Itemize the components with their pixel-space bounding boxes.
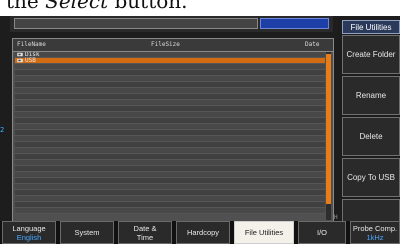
- caption-text: the Select button.: [6, 0, 188, 13]
- rename-button[interactable]: Rename: [342, 76, 400, 115]
- marker-right-lower: H: [334, 214, 338, 221]
- bottom-menu: Language English System Date & Time Hard…: [0, 221, 400, 244]
- date-time-label: Date & Time: [133, 223, 157, 242]
- hardcopy-label: Hardcopy: [186, 228, 220, 237]
- side-menu-title: File Utilities: [342, 20, 400, 34]
- file-utilities-tab[interactable]: File Utilities: [234, 221, 294, 244]
- file-list[interactable]: Disk USB: [15, 52, 325, 220]
- probe-comp-value: 1kHz: [366, 232, 384, 242]
- caption-emphasis: Select: [45, 0, 109, 13]
- system-button[interactable]: System: [60, 221, 114, 244]
- filesize-column-header: FileSize: [151, 41, 180, 48]
- hardcopy-button[interactable]: Hardcopy: [176, 221, 230, 244]
- probe-comp-button[interactable]: Probe Comp. 1kHz: [350, 221, 400, 244]
- file-list-scrollbar[interactable]: [326, 52, 331, 220]
- io-button[interactable]: I/O: [298, 221, 346, 244]
- disk-icon: [17, 52, 23, 57]
- language-button[interactable]: Language English: [2, 221, 56, 244]
- delete-button[interactable]: Delete: [342, 117, 400, 156]
- language-value: English: [16, 232, 42, 242]
- language-label: Language: [12, 223, 46, 233]
- usb-icon: [17, 58, 23, 63]
- file-list-header: FileName FileSize Date: [13, 39, 333, 52]
- date-column-header: Date: [305, 41, 320, 48]
- filename-column-header: FileName: [17, 41, 46, 48]
- side-menu: File Utilities Create Folder Rename Dele…: [342, 20, 400, 238]
- caption-prefix: the: [6, 0, 46, 13]
- create-folder-button[interactable]: Create Folder: [342, 35, 400, 74]
- io-label: I/O: [316, 228, 327, 237]
- file-list-item-name: USB: [25, 57, 36, 64]
- copy-to-usb-button[interactable]: Copy To USB: [342, 158, 400, 197]
- status-bar: [10, 16, 333, 32]
- document-caption: the Select button.: [0, 0, 400, 16]
- empty-list-row: [15, 208, 325, 214]
- caption-suffix: button.: [108, 0, 188, 13]
- system-label: System: [74, 228, 100, 237]
- probe-comp-label: Probe Comp.: [352, 223, 398, 233]
- scrollbar-thumb[interactable]: [326, 54, 331, 204]
- status-indicator: [260, 18, 329, 29]
- channel-marker-left: 2: [0, 126, 5, 134]
- oscilloscope-screen: FileName FileSize Date DiskUSB 2 8 H Fil…: [0, 8, 400, 244]
- file-utilities-label: File Utilities: [244, 228, 284, 237]
- file-browser-panel: FileName FileSize Date Disk USB: [12, 38, 334, 223]
- date-time-button[interactable]: Date & Time: [118, 221, 172, 244]
- path-field: [14, 18, 258, 29]
